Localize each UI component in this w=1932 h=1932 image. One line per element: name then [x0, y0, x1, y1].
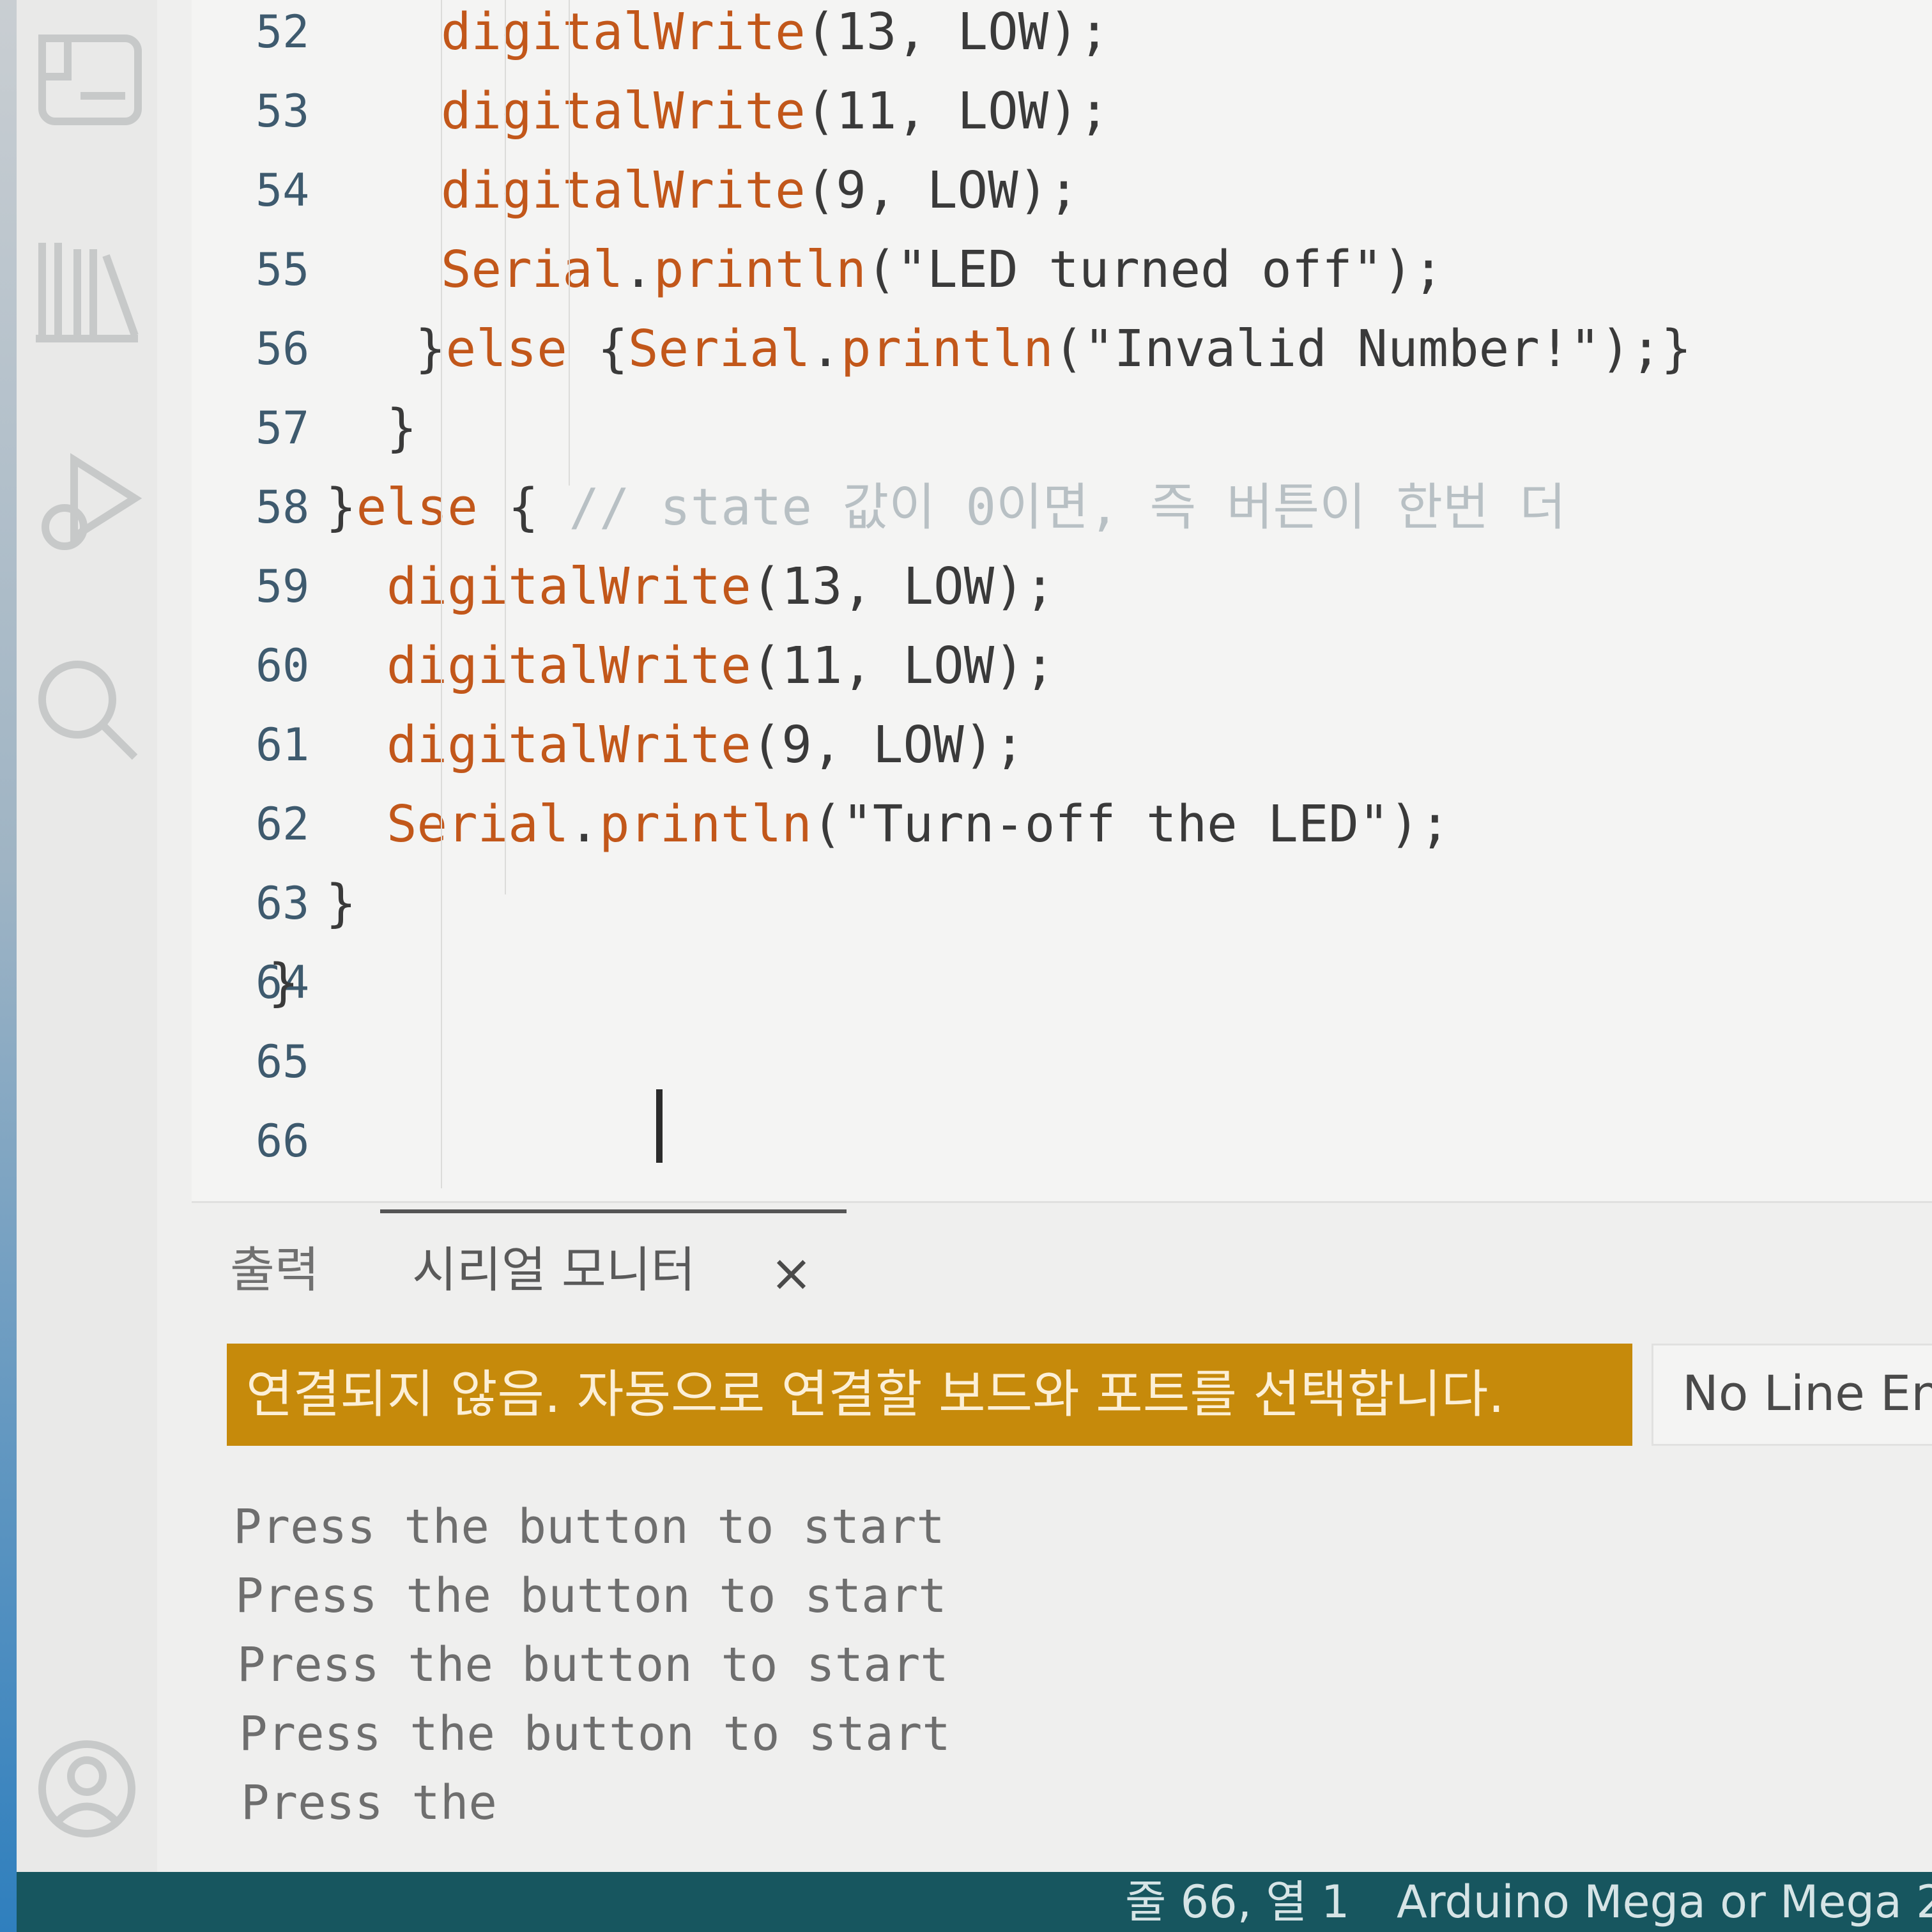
- code-token: (11, LOW);: [805, 82, 1110, 141]
- serial-output-line: Press the button to start: [235, 1568, 947, 1623]
- code-token: println: [840, 319, 1054, 378]
- code-line: }: [387, 396, 417, 460]
- code-token: digitalWrite: [441, 82, 806, 141]
- code-token: Serial: [441, 240, 624, 299]
- line-number: 57: [256, 402, 310, 454]
- line-number: 61: [256, 719, 310, 771]
- code-token: {: [567, 319, 628, 378]
- line-number: 66: [256, 1115, 310, 1167]
- active-tab-indicator: [380, 1209, 847, 1213]
- code-token: }: [326, 478, 356, 537]
- line-number: 62: [256, 798, 310, 850]
- code-token: digitalWrite: [441, 3, 806, 61]
- code-token: else: [445, 319, 567, 378]
- code-token: Serial: [387, 795, 569, 854]
- line-number: 53: [256, 85, 310, 137]
- code-token: ("Turn-off the LED");: [811, 795, 1450, 854]
- connection-warning-banner: 연결되지 않음. 자동으로 연결할 보드와 포트를 선택합니다.: [227, 1344, 1632, 1446]
- tab-output[interactable]: 출력: [230, 1235, 319, 1305]
- code-token: .: [810, 319, 841, 378]
- code-token: (9, LOW);: [751, 716, 1025, 774]
- line-number: 56: [256, 323, 310, 375]
- code-token: // state 값이 0이면, 즉 버튼이 한번 더: [569, 478, 1566, 537]
- code-token: (11, LOW);: [751, 636, 1055, 695]
- line-number: 52: [256, 6, 310, 58]
- code-token: digitalWrite: [441, 161, 806, 220]
- code-token: ("LED turned off");: [866, 240, 1444, 299]
- line-number: 65: [256, 1036, 310, 1088]
- board-selector[interactable]: Arduino Mega or Mega 2560: [1397, 1872, 1932, 1932]
- cursor-position[interactable]: 줄 66, 열 1: [1125, 1872, 1349, 1932]
- code-token: {: [477, 478, 569, 537]
- serial-output-line: Press the: [241, 1775, 497, 1830]
- search-icon[interactable]: [17, 645, 157, 773]
- line-number: 59: [256, 560, 310, 613]
- line-ending-select[interactable]: No Line Ending: [1652, 1344, 1932, 1446]
- indent-guide: [441, 0, 442, 1188]
- tab-serial-monitor[interactable]: 시리얼 모니터: [412, 1235, 696, 1305]
- code-line: digitalWrite(9, LOW);: [387, 713, 1025, 777]
- code-token: (13, LOW);: [751, 557, 1055, 616]
- code-line: }: [326, 871, 356, 935]
- code-line: }: [268, 951, 299, 1015]
- text-cursor: [656, 1089, 663, 1163]
- indent-guide: [505, 0, 506, 894]
- serial-output-line: Press the button to start: [237, 1637, 949, 1692]
- code-line: digitalWrite(13, LOW);: [441, 0, 1109, 64]
- bottom-panel: 출력 시리얼 모니터 × 연결되지 않음. 자동으로 연결할 보드와 포트를 선…: [192, 1201, 1932, 1874]
- code-token: .: [569, 795, 599, 854]
- activity-bar: [17, 0, 157, 1872]
- line-number: 54: [256, 164, 310, 217]
- code-token: ("Invalid Number!");}: [1053, 319, 1692, 378]
- account-icon[interactable]: [17, 1725, 157, 1853]
- screen-edge: [0, 0, 17, 1932]
- code-token: else: [356, 478, 478, 537]
- code-token: println: [599, 795, 812, 854]
- code-line: }else { // state 값이 0이면, 즉 버튼이 한번 더: [326, 475, 1566, 539]
- code-line: Serial.println("Turn-off the LED");: [387, 792, 1450, 856]
- code-token: (13, LOW);: [805, 3, 1110, 61]
- line-number: 60: [256, 640, 310, 692]
- code-token: Serial: [627, 319, 811, 378]
- code-line: digitalWrite(13, LOW);: [387, 555, 1055, 618]
- arduino-ide-window: 52 53 54 55 56 57 58 59 60 61 62 63 64 65 66 digitalWr…: [0, 0, 1932, 1932]
- serial-output-line: Press the button to start: [239, 1706, 951, 1761]
- library-icon[interactable]: [17, 224, 157, 351]
- status-bar: 줄 66, 열 1 Arduino Mega or Mega 2560: [17, 1872, 1932, 1932]
- code-token: .: [623, 240, 654, 299]
- close-icon[interactable]: ×: [770, 1238, 813, 1308]
- code-editor[interactable]: 52 53 54 55 56 57 58 59 60 61 62 63 64 65 66 digitalWr…: [192, 0, 1932, 1201]
- code-token: println: [653, 240, 866, 299]
- line-number: 55: [256, 243, 310, 296]
- indent-guide: [569, 0, 570, 486]
- code-token: }: [268, 953, 299, 1012]
- code-line: }else {Serial.println("Invalid Number!")…: [415, 317, 1692, 381]
- code-token: (9, LOW);: [805, 161, 1079, 220]
- code-line: digitalWrite(11, LOW);: [387, 634, 1055, 698]
- code-line: Serial.println("LED turned off");: [441, 238, 1444, 302]
- code-token: }: [387, 399, 417, 457]
- debug-icon[interactable]: [17, 441, 157, 569]
- sketchbook-icon[interactable]: [17, 13, 157, 141]
- code-token: }: [326, 874, 356, 933]
- code-line: digitalWrite(9, LOW);: [441, 158, 1079, 222]
- code-line: digitalWrite(11, LOW);: [441, 79, 1109, 143]
- serial-output-line: Press the button to start: [233, 1499, 945, 1554]
